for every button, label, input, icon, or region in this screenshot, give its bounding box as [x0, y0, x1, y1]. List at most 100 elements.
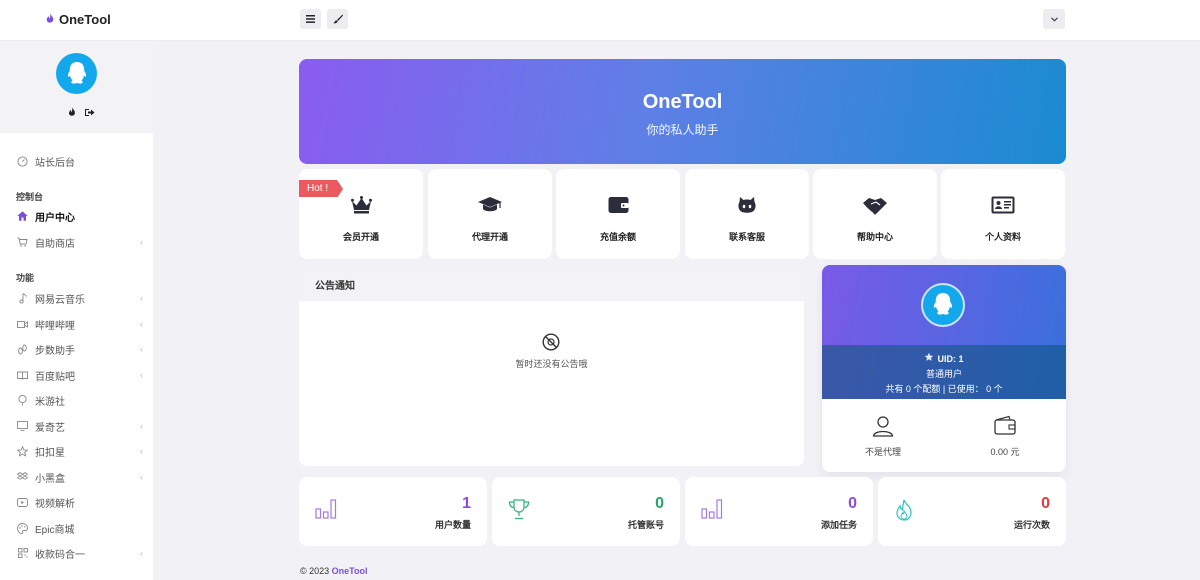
sidebar-item-qq-star[interactable]: 扣扣星 ‹	[17, 443, 143, 459]
stat-value: 1	[462, 495, 471, 512]
wallet-icon	[608, 196, 629, 217]
sidebar-item-video-parse[interactable]: 视频解析	[17, 494, 143, 510]
stat-label: 托管账号	[627, 520, 664, 530]
balloon-icon	[17, 394, 28, 406]
no-entry-icon	[542, 333, 560, 354]
sidebar-item-iqiyi[interactable]: 爱奇艺 ‹	[17, 418, 143, 434]
footer-brand-link[interactable]: OneTool	[332, 566, 368, 576]
sidebar-item-tieba[interactable]: 百度贴吧 ‹	[17, 367, 143, 383]
nav-section-features: 功能	[16, 273, 35, 283]
notice-empty-text: 暂时还没有公告哦	[515, 359, 588, 369]
stat-value: 0	[848, 495, 857, 512]
monitor-icon	[17, 421, 28, 432]
top-bar: OneTool	[0, 0, 1200, 41]
banner-subtitle: 你的私人助手	[646, 123, 719, 137]
chevron-left-icon: ‹	[140, 344, 143, 354]
tile-recharge[interactable]: 充值余额	[556, 169, 680, 259]
user-info: UID: 1 普通用户 共有 0 个配额 | 已使用： 0 个	[822, 345, 1066, 399]
brand-name: OneTool	[59, 12, 111, 27]
footer: © 2023 OneTool	[300, 566, 368, 576]
gauge-icon	[17, 155, 28, 167]
sidebar-item-user-center[interactable]: 用户中心	[17, 208, 143, 224]
tile-label: 充值余额	[599, 232, 636, 242]
star-icon	[17, 445, 28, 457]
welcome-banner: OneTool 你的私人助手	[299, 59, 1066, 164]
tile-profile[interactable]: 个人资料	[941, 169, 1065, 259]
graduation-cap-icon	[477, 196, 503, 217]
stat-label: 运行次数	[1013, 520, 1050, 530]
nav-section-console: 控制台	[16, 192, 44, 202]
cart-icon	[17, 237, 28, 248]
tile-membership[interactable]: Hot ! 会员开通	[299, 169, 423, 259]
balance-label: 0.00 元	[990, 447, 1020, 457]
stat-card-users: 1 用户数量	[299, 477, 487, 546]
trophy-icon	[508, 499, 530, 523]
menu-toggle-button[interactable]	[300, 9, 321, 29]
sidebar-item-admin[interactable]: 站长后台	[17, 153, 143, 169]
flame-icon[interactable]	[67, 107, 77, 117]
user-card: UID: 1 普通用户 共有 0 个配额 | 已使用： 0 个 不是代理 0.0…	[822, 265, 1066, 472]
tile-help[interactable]: 帮助中心	[813, 169, 937, 259]
user-avatar[interactable]	[921, 283, 965, 327]
wallet-outline-icon	[994, 415, 1016, 439]
qrcode-icon	[17, 548, 28, 559]
star-icon	[924, 352, 934, 367]
tile-label: 代理开通	[471, 232, 508, 242]
notice-panel: 公告通知 暂时还没有公告哦	[299, 265, 804, 466]
dropbox-icon	[17, 472, 28, 483]
stat-card-hosted: 0 托管账号	[492, 477, 680, 546]
sidebar-item-shop[interactable]: 自助商店 ‹	[17, 234, 143, 250]
avatar[interactable]	[56, 53, 97, 94]
sidebar-item-miyoushe[interactable]: 米游社	[17, 392, 143, 408]
chevron-left-icon: ‹	[140, 421, 143, 431]
banner-title: OneTool	[642, 91, 723, 113]
stat-card-runs: 0 运行次数	[878, 477, 1066, 546]
user-uid: UID: 1	[937, 354, 964, 364]
stat-card-tasks: 0 添加任务	[685, 477, 873, 546]
sidebar-item-netease-music[interactable]: 网易云音乐 ‹	[17, 290, 143, 306]
logout-icon[interactable]	[85, 107, 95, 117]
sidebar-profile	[0, 41, 153, 133]
agent-status[interactable]: 不是代理	[822, 415, 944, 458]
user-role: 普通用户	[925, 369, 962, 379]
chevron-left-icon: ‹	[140, 472, 143, 482]
notice-title: 公告通知	[299, 265, 804, 301]
user-quota: 共有 0 个配额 | 已使用： 0 个	[885, 384, 1003, 394]
handshake-icon	[862, 196, 888, 219]
music-icon	[17, 292, 28, 304]
theme-brush-button[interactable]	[327, 9, 348, 29]
balance-status[interactable]: 0.00 元	[944, 415, 1066, 458]
sidebar-item-qrcode[interactable]: 收款码合一 ‹	[17, 545, 143, 561]
fire-icon	[894, 499, 914, 524]
tile-label: 会员开通	[342, 232, 379, 242]
flame-logo-icon	[46, 12, 54, 27]
id-card-icon	[991, 196, 1015, 217]
bar-chart-icon	[701, 499, 723, 522]
stat-label: 用户数量	[434, 520, 471, 530]
footer-copyright: © 2023	[300, 566, 330, 576]
stat-label: 添加任务	[820, 520, 857, 530]
agent-status-label: 不是代理	[864, 447, 901, 457]
tile-support[interactable]: 联系客服	[685, 169, 809, 259]
sidebar-item-bilibili[interactable]: 哔哩哔哩 ‹	[17, 316, 143, 332]
tile-agent[interactable]: 代理开通	[428, 169, 552, 259]
tile-label: 个人资料	[984, 232, 1021, 242]
chevron-left-icon: ‹	[140, 237, 143, 247]
tile-label: 联系客服	[728, 232, 765, 242]
chevron-left-icon: ‹	[140, 370, 143, 380]
stat-value: 0	[1041, 495, 1050, 512]
hot-badge: Hot !	[299, 180, 344, 198]
sidebar-item-xiaoheihe[interactable]: 小黑盒 ‹	[17, 469, 143, 485]
sidebar-item-epic[interactable]: Epic商城	[17, 520, 143, 536]
bar-chart-icon	[315, 499, 337, 522]
chevron-left-icon: ‹	[140, 319, 143, 329]
sidebar-item-steps[interactable]: 步数助手 ‹	[17, 341, 143, 357]
brand-logo[interactable]: OneTool	[46, 12, 111, 27]
chevron-left-icon: ‹	[140, 293, 143, 303]
stat-value: 0	[655, 495, 664, 512]
video-icon	[17, 319, 28, 330]
crown-icon	[350, 196, 372, 217]
footprint-icon	[17, 344, 28, 355]
user-dropdown-button[interactable]	[1043, 9, 1065, 29]
chevron-left-icon: ‹	[140, 548, 143, 558]
